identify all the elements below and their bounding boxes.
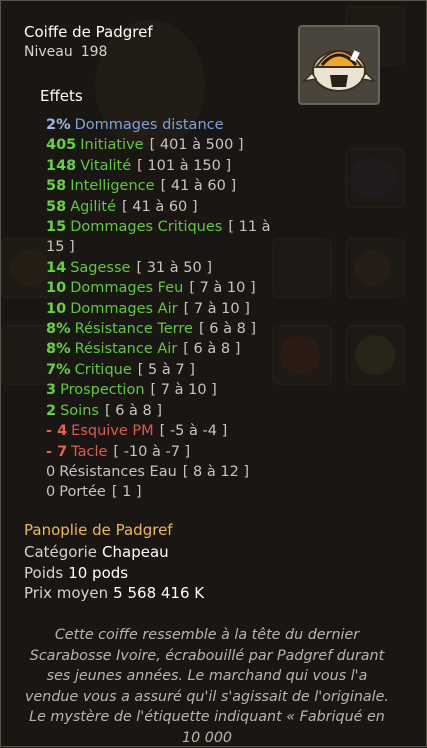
- effect-row: 14 Sagesse [ 31 à 50 ]: [46, 258, 286, 278]
- effect-stat: Tacle: [71, 443, 108, 460]
- effect-row: 148 Vitalité [ 101 à 150 ]: [46, 156, 286, 176]
- effect-row: 0 Portée [ 1 ]: [46, 482, 286, 502]
- effect-stat: Sagesse: [70, 259, 131, 276]
- effect-row: 58 Agilité [ 41 à 60 ]: [46, 197, 286, 217]
- effect-range: [ -5 à -4 ]: [159, 423, 228, 440]
- weight-row: Poids 10 pods: [24, 564, 128, 582]
- effect-stat: Initiative: [80, 137, 144, 154]
- effect-value: 2: [46, 402, 57, 419]
- item-description: Cette coiffe ressemble à la tête du dern…: [25, 627, 389, 746]
- effect-stat: Soins: [60, 402, 99, 419]
- effect-row: 8% Résistance Air [ 6 à 8 ]: [46, 339, 286, 359]
- effect-value: 0: [46, 463, 56, 480]
- effect-range: [ 7 à 10 ]: [150, 382, 217, 399]
- effect-row: 3 Prospection [ 7 à 10 ]: [46, 380, 286, 400]
- effect-stat: Dommages Air: [70, 300, 178, 317]
- effect-value: - 4: [46, 423, 68, 440]
- effect-value: 10: [46, 280, 67, 297]
- effect-range: [ 41 à 60 ]: [122, 198, 198, 215]
- effect-range: [ 401 à 500 ]: [149, 137, 244, 154]
- effect-value: 0: [46, 484, 56, 501]
- effect-stat: Critique: [74, 361, 132, 378]
- weight-value: 10 pods: [68, 564, 129, 582]
- effect-row: 405 Initiative [ 401 à 500 ]: [46, 135, 286, 155]
- effect-range: [ 8 à 12 ]: [182, 463, 250, 480]
- category-label: Catégorie: [24, 543, 98, 561]
- effect-stat: Résistances Eau: [59, 463, 177, 480]
- set-name-link[interactable]: Panoplie de Padgref: [24, 521, 173, 539]
- effect-stat: Dommages distance: [74, 117, 224, 133]
- effect-stat: Prospection: [60, 382, 145, 399]
- effect-range: [ 101 à 150 ]: [137, 157, 232, 174]
- effect-range: [ 31 à 50 ]: [136, 259, 212, 276]
- level-label: Niveau: [24, 44, 73, 60]
- effect-row: 2% Dommages distance: [46, 115, 286, 135]
- price-label: Prix moyen: [24, 584, 109, 602]
- item-level: Niveau 198: [24, 44, 107, 60]
- level-value: 198: [80, 44, 108, 60]
- effect-value: 14: [46, 259, 67, 276]
- effect-value: 15: [46, 219, 67, 236]
- price-value: 5 568 416 K: [113, 584, 205, 602]
- effect-value: 58: [46, 178, 67, 195]
- effect-stat: Intelligence: [70, 178, 155, 195]
- effect-value: 8%: [46, 341, 71, 358]
- effect-range: [ -10 à -7 ]: [113, 443, 191, 460]
- category-row: Catégorie Chapeau: [24, 543, 169, 561]
- effect-range: [ 7 à 10 ]: [189, 280, 256, 297]
- skull-helmet-icon: [298, 25, 380, 105]
- effect-row: 10 Dommages Feu [ 7 à 10 ]: [46, 278, 286, 298]
- effect-row: 15 Dommages Critiques[ 11 à 15 ]: [46, 217, 286, 258]
- effect-stat: Dommages Feu: [70, 280, 184, 297]
- category-value: Chapeau: [102, 543, 169, 561]
- effect-stat: Esquive PM: [71, 423, 154, 440]
- effect-range: [ 1 ]: [111, 484, 142, 501]
- effect-range: [ 7 à 10 ]: [183, 300, 250, 317]
- effect-stat: Vitalité: [80, 157, 132, 174]
- effect-row: - 7 Tacle [ -10 à -7 ]: [46, 442, 286, 462]
- item-tooltip: Coiffe de Padgref Niveau 198 Effets 2% Dom…: [0, 0, 427, 747]
- effect-row: 7% Critique [ 5 à 7 ]: [46, 360, 286, 380]
- effect-range: [ 5 à 7 ]: [137, 361, 195, 378]
- effect-value: 58: [46, 198, 67, 215]
- effect-stat: Résistance Air: [74, 341, 178, 358]
- effect-range: [ 41 à 60 ]: [160, 178, 237, 195]
- effect-row: - 4 Esquive PM [ -5 à -4 ]: [46, 421, 286, 441]
- effect-stat: Dommages Critiques: [70, 219, 223, 236]
- effects-list: 2% Dommages distance 405 Initiative [ 401 à …: [46, 115, 286, 503]
- effects-title: Effets: [40, 87, 83, 105]
- effect-value: 405: [46, 137, 77, 154]
- effect-value: 8%: [46, 321, 71, 338]
- effect-stat: Agilité: [70, 198, 117, 215]
- effect-row: 58 Intelligence [ 41 à 60 ]: [46, 176, 286, 196]
- effect-row: 10 Dommages Air [ 7 à 10 ]: [46, 299, 286, 319]
- effect-value: 7%: [46, 361, 71, 378]
- effect-range: [ 6 à 8 ]: [183, 341, 241, 358]
- weight-label: Poids: [24, 564, 64, 582]
- effect-row: 0 Résistances Eau [ 8 à 12 ]: [46, 462, 286, 482]
- effect-range: [ 6 à 8 ]: [104, 402, 163, 419]
- price-row: Prix moyen 5 568 416 K: [24, 584, 204, 602]
- effect-value: 2%: [46, 117, 71, 133]
- effect-stat: Portée: [59, 484, 106, 501]
- item-name: Coiffe de Padgref: [24, 23, 153, 41]
- effect-row: 2 Soins [ 6 à 8 ]: [46, 401, 286, 421]
- effect-row: 8% Résistance Terre [ 6 à 8 ]: [46, 319, 286, 339]
- effect-value: 148: [46, 157, 77, 174]
- effect-value: - 7: [46, 443, 68, 460]
- effect-range: [ 6 à 8 ]: [198, 321, 257, 338]
- effect-value: 3: [46, 382, 57, 399]
- effect-stat: Résistance Terre: [74, 321, 193, 338]
- effect-value: 10: [46, 300, 67, 317]
